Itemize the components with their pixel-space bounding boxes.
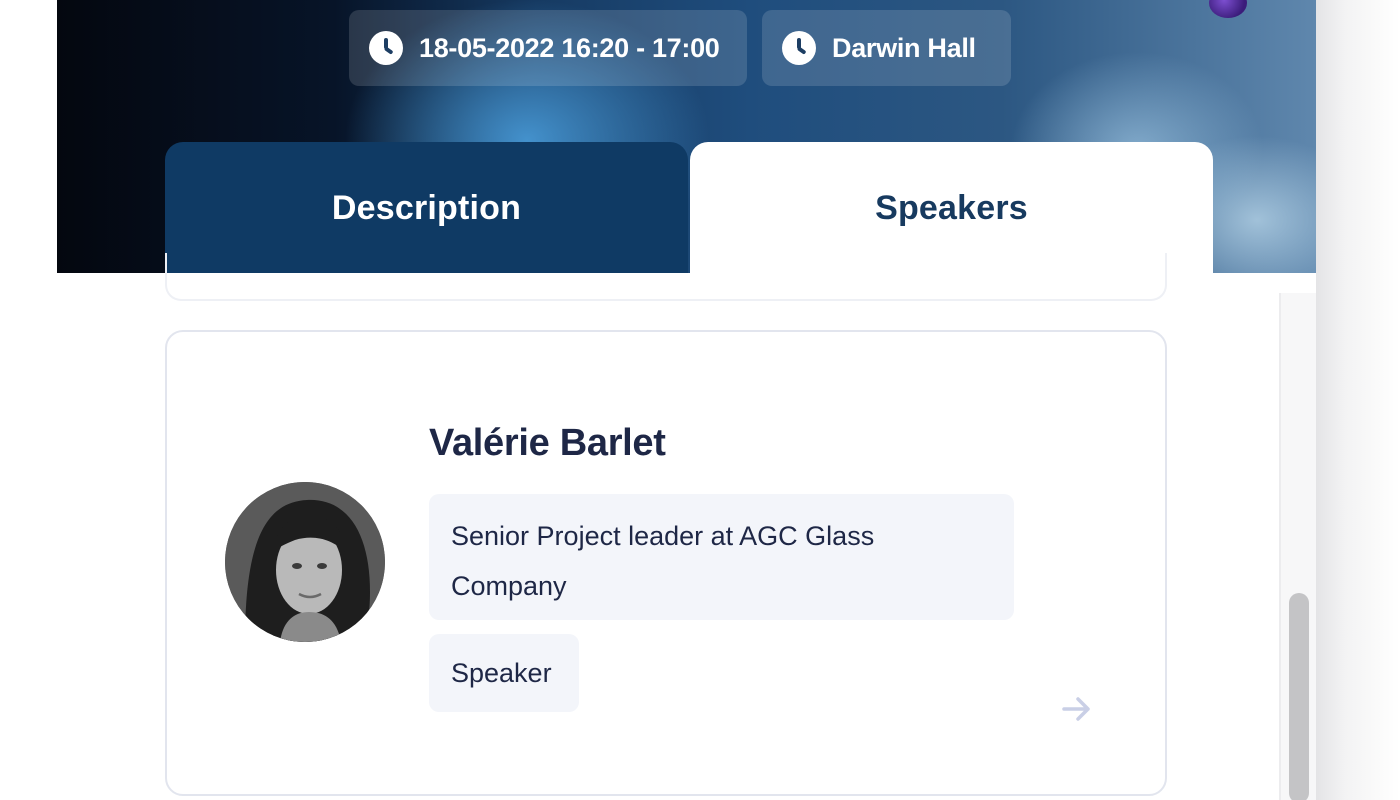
- clock-icon: [369, 31, 403, 65]
- speaker-position: Senior Project leader at AGC Glass Compa…: [429, 494, 1014, 620]
- speakers-list: Valérie Barlet Senior Project leader at …: [57, 253, 1316, 800]
- date-time-text: 18-05-2022 16:20 - 17:00: [419, 32, 720, 63]
- session-panel: 18-05-2022 16:20 - 17:00 Darwin Hall Des…: [57, 0, 1316, 800]
- page-background: [1316, 0, 1400, 800]
- location-text: Darwin Hall: [832, 32, 976, 63]
- scrollbar-thumb[interactable]: [1289, 593, 1309, 800]
- previous-speaker-card[interactable]: [165, 253, 1167, 301]
- speaker-role-badge: Speaker: [429, 634, 579, 712]
- avatar-photo: [225, 482, 385, 642]
- arrow-right-icon[interactable]: [1060, 692, 1094, 726]
- speaker-name: Valérie Barlet: [429, 422, 666, 464]
- session-header-banner: 18-05-2022 16:20 - 17:00 Darwin Hall Des…: [57, 0, 1316, 274]
- date-time-chip: 18-05-2022 16:20 - 17:00: [349, 10, 747, 86]
- logo-icon: [1209, 0, 1247, 18]
- tab-label: Description: [331, 188, 522, 227]
- speaker-card[interactable]: Valérie Barlet Senior Project leader at …: [165, 330, 1167, 796]
- speaker-avatar: [225, 482, 385, 642]
- tab-label: Speakers: [875, 188, 1028, 227]
- clock-icon: [782, 31, 816, 65]
- location-chip: Darwin Hall: [762, 10, 1011, 86]
